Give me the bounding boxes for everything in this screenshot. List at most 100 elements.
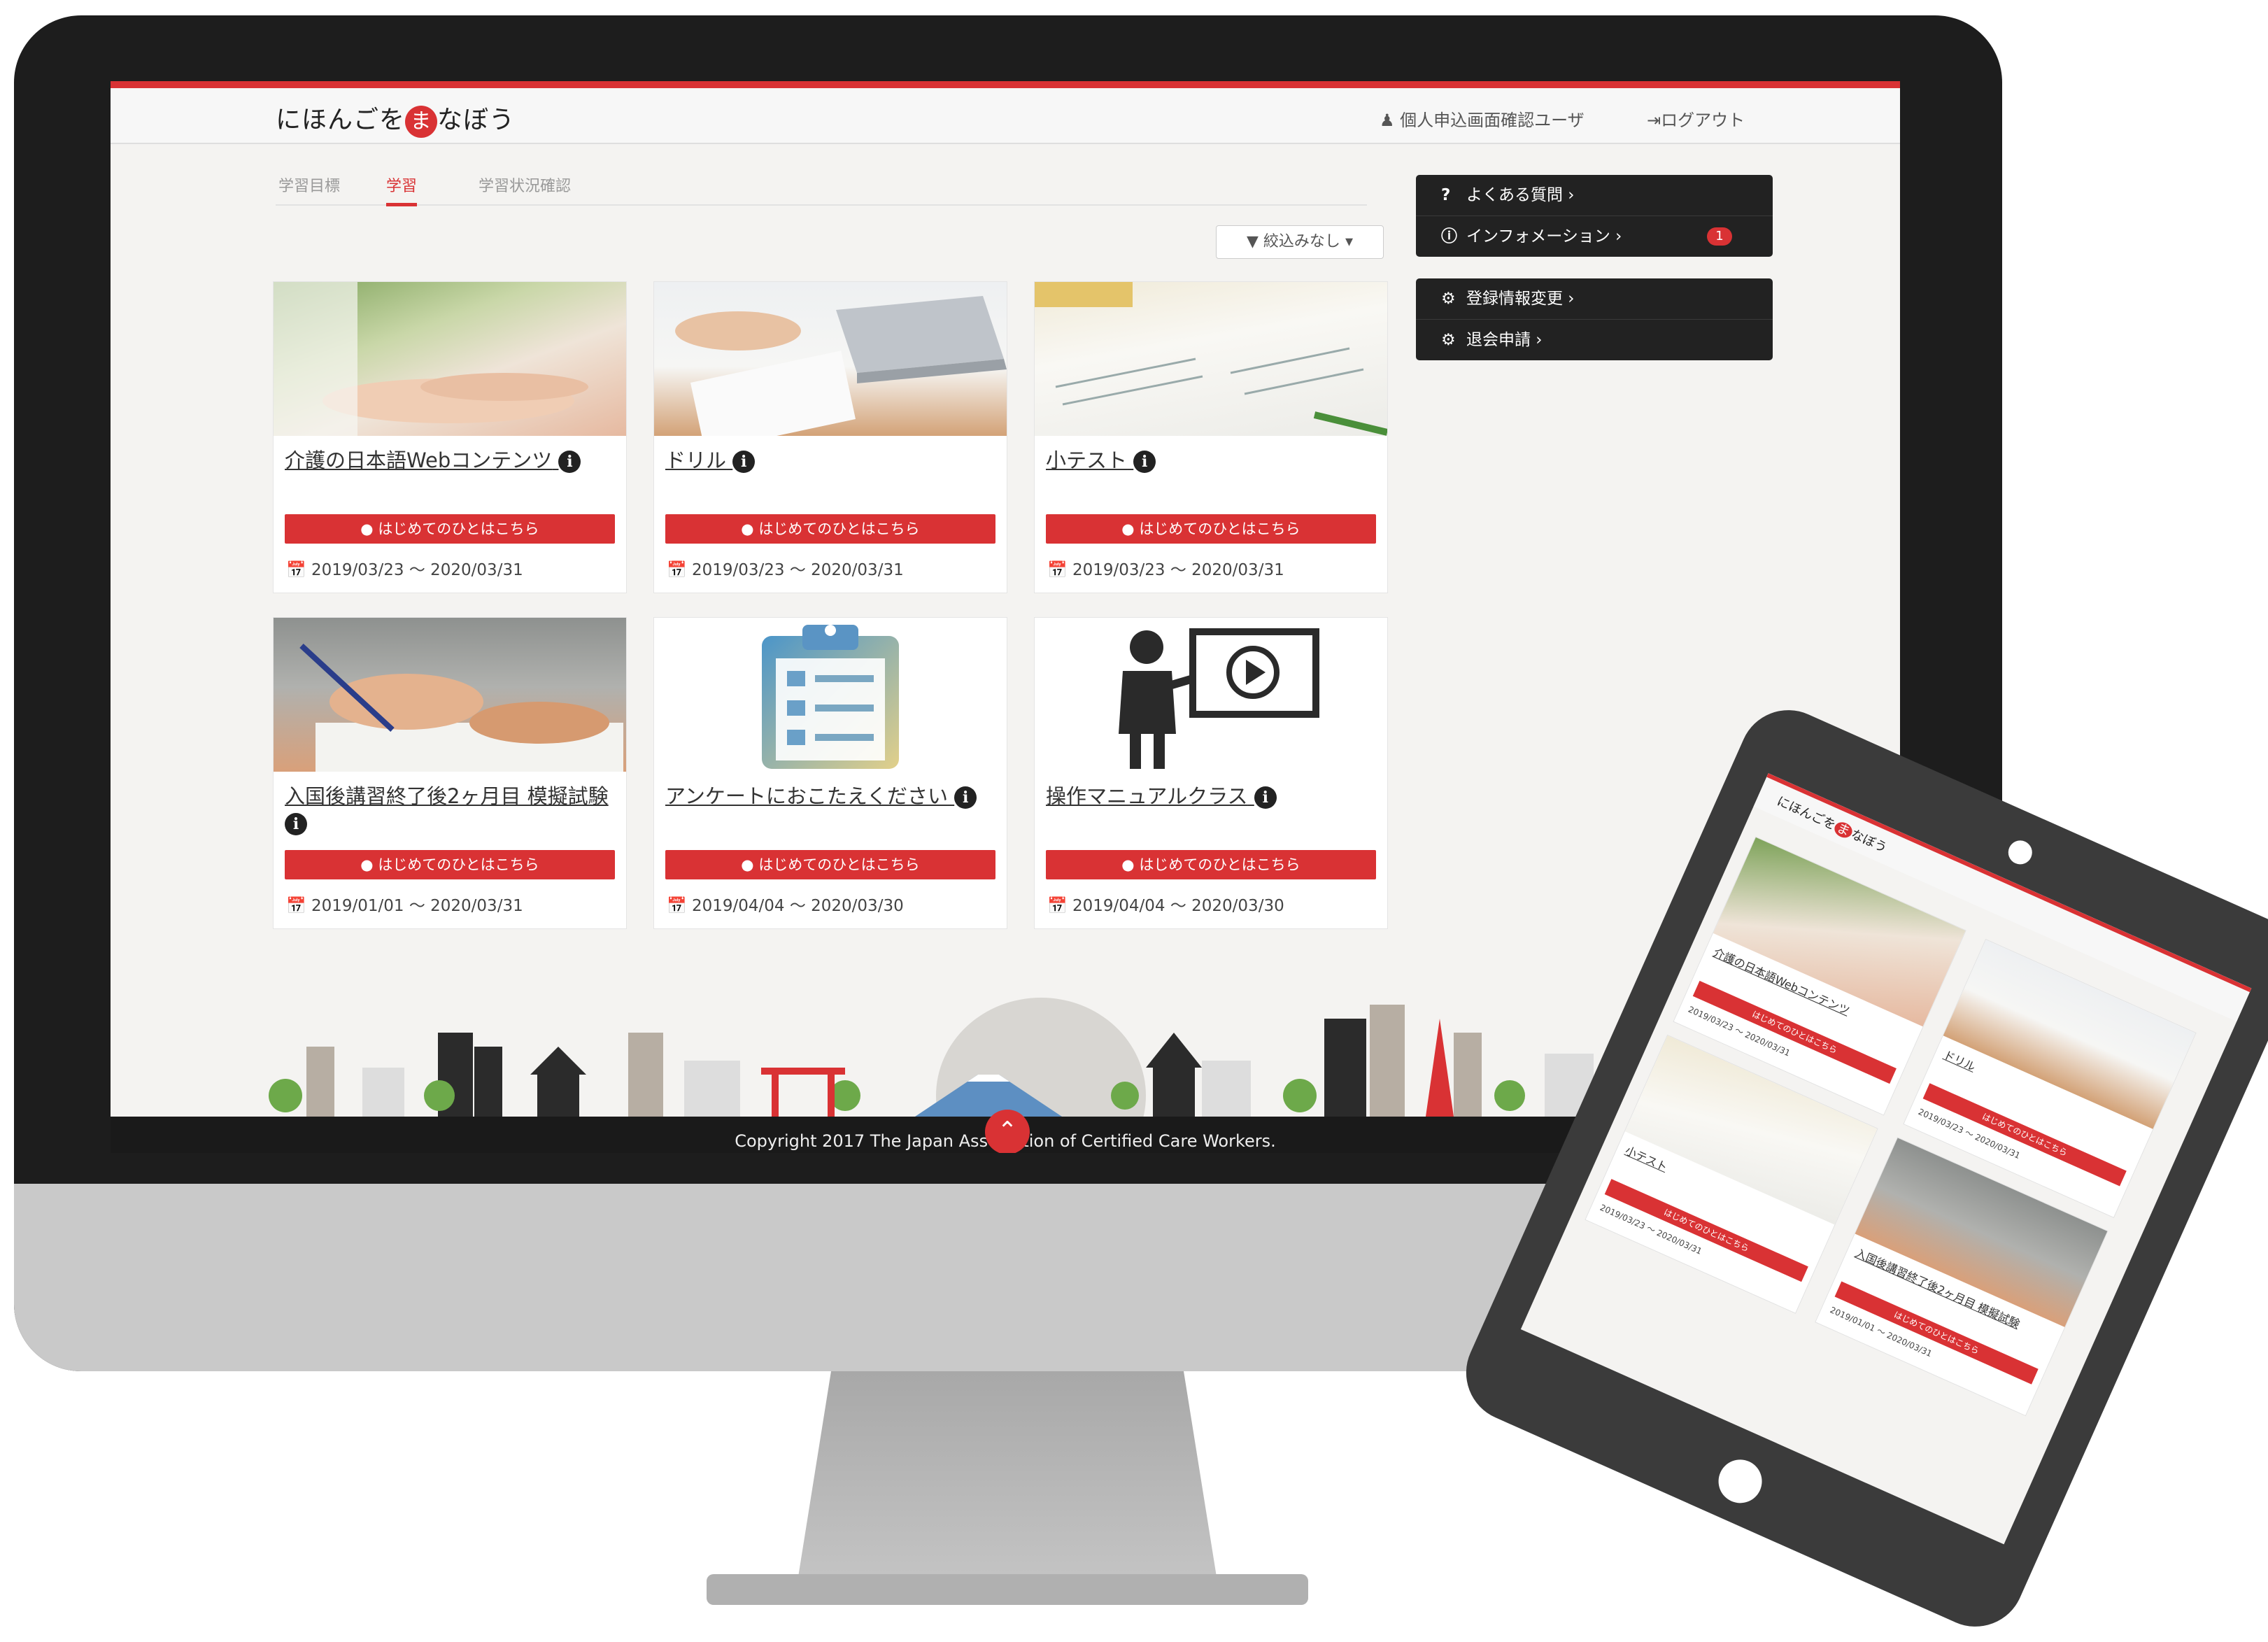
start-button[interactable]: ● はじめてのひとはこちら (1046, 850, 1376, 879)
menu-item-withdraw[interactable]: ⚙ 退会申請 › (1416, 320, 1773, 360)
start-button[interactable]: ● はじめてのひとはこちら (285, 850, 615, 879)
user-icon: ♟ (1380, 111, 1395, 130)
filter-icon: ▼ (1247, 233, 1259, 250)
period-value: 2019/04/04 ～ 2020/03/30 (1072, 897, 1284, 915)
tab-study[interactable]: 学習 (386, 174, 418, 206)
info-circle-icon: ⓘ (1441, 227, 1457, 246)
tablet-site-logo[interactable]: にほんごをまなぼう (1774, 791, 1890, 856)
tablet-logo-pre: にほんごを (1774, 793, 1838, 833)
filter-label: 絞込みなし (1263, 233, 1340, 250)
info-icon[interactable]: i (1254, 786, 1277, 809)
tablet-card-title[interactable]: ドリル (1941, 1045, 1979, 1074)
laptop-photo[interactable] (654, 282, 1007, 436)
writing-photo[interactable] (274, 618, 626, 772)
tablet-home-button[interactable] (1711, 1452, 1769, 1510)
card-title-text: 入国後講習終了後2ヶ月目 模擬試験 (285, 784, 609, 808)
start-button[interactable]: ● はじめてのひとはこちら (1046, 514, 1376, 544)
start-button-label: はじめてのひとはこちら (758, 856, 920, 873)
clipboard-icon[interactable] (654, 618, 1007, 772)
start-button[interactable]: ● はじめてのひとはこちら (665, 850, 995, 879)
period-text: 📅 2019/01/01 ～ 2020/03/31 (286, 892, 523, 916)
card-title[interactable]: 小テスト i (1046, 447, 1375, 474)
calendar-icon: 📅 (1047, 561, 1068, 579)
user-account-link[interactable]: ♟ 個人申込画面確認ユーザ (1380, 106, 1585, 131)
monitor-stand-neck (798, 1371, 1217, 1581)
start-button[interactable]: ● はじめてのひとはこちら (285, 514, 615, 544)
start-button-label: はじめてのひとはこちら (1139, 856, 1300, 873)
circle-icon: ● (360, 856, 374, 873)
start-button-label: はじめてのひとはこちら (1139, 521, 1300, 537)
card-title[interactable]: 入国後講習終了後2ヶ月目 模擬試験 i (285, 783, 614, 836)
card-title-text: アンケートにおこたえください (665, 784, 948, 808)
card-title-text: 操作マニュアルクラス (1046, 784, 1248, 808)
hands-photo[interactable] (274, 282, 626, 436)
card-title[interactable]: 操作マニュアルクラス i (1046, 783, 1375, 809)
info-icon[interactable]: i (558, 451, 581, 473)
gear-icon: ⚙ (1441, 290, 1456, 308)
tab-bar: 学習目標 学習 学習状況確認 (276, 171, 1367, 206)
caret-down-icon: ▾ (1345, 233, 1353, 250)
course-card[interactable]: アンケートにおこたえください i ● はじめてのひとはこちら 📅 2019/04… (653, 617, 1007, 929)
info-icon[interactable]: i (1133, 451, 1156, 473)
menu-item-profile[interactable]: ⚙ 登録情報変更 › (1416, 278, 1773, 320)
start-button-label: はじめてのひとはこちら (758, 521, 920, 537)
circle-icon: ● (360, 521, 374, 537)
card-title-text: 小テスト (1046, 448, 1128, 472)
logout-link[interactable]: ⇥ログアウト (1647, 106, 1745, 131)
question-icon: ? (1441, 186, 1451, 204)
presenter-icon[interactable] (1035, 618, 1387, 772)
calendar-icon: 📅 (1047, 897, 1068, 915)
tab-progress[interactable]: 学習状況確認 (479, 174, 571, 203)
card-title-text: 介護の日本語Webコンテンツ (285, 448, 553, 472)
notification-badge: 1 (1707, 227, 1732, 246)
course-card[interactable]: ドリル i ● はじめてのひとはこちら 📅 2019/03/23 ～ 2020/… (653, 281, 1007, 593)
period-value: 2019/03/23 ～ 2020/03/31 (1072, 561, 1284, 579)
menu-info-label: インフォメーション (1466, 227, 1610, 246)
account-menu: ⚙ 登録情報変更 › ⚙ 退会申請 › (1416, 278, 1773, 360)
course-card[interactable]: 介護の日本語Webコンテンツ i ● はじめてのひとはこちら 📅 2019/03… (273, 281, 627, 593)
logout-label: ログアウト (1661, 111, 1745, 130)
filter-dropdown[interactable]: ▼ 絞込みなし ▾ (1216, 225, 1384, 259)
sign-out-icon: ⇥ (1647, 111, 1661, 130)
circle-icon: ● (741, 856, 754, 873)
card-title[interactable]: 介護の日本語Webコンテンツ i (285, 447, 614, 474)
logo-text-pre: にほんごを (276, 106, 406, 134)
user-name: 個人申込画面確認ユーザ (1400, 111, 1585, 130)
circle-icon: ● (1121, 856, 1135, 873)
papers-photo[interactable] (1035, 282, 1387, 436)
course-card[interactable]: 小テスト i ● はじめてのひとはこちら 📅 2019/03/23 ～ 2020… (1034, 281, 1388, 593)
card-title[interactable]: アンケートにおこたえください i (665, 783, 994, 809)
info-icon[interactable]: i (954, 786, 977, 809)
calendar-icon: 📅 (667, 561, 687, 579)
period-value: 2019/03/23 ～ 2020/03/31 (311, 561, 523, 579)
chevron-up-icon: ⌃ (997, 1117, 1018, 1145)
course-card[interactable]: 操作マニュアルクラス i ● はじめてのひとはこちら 📅 2019/04/04 … (1034, 617, 1388, 929)
period-text: 📅 2019/03/23 ～ 2020/03/31 (667, 556, 904, 580)
menu-profile-label: 登録情報変更 (1466, 290, 1563, 308)
circle-icon: ● (741, 521, 754, 537)
course-card[interactable]: 入国後講習終了後2ヶ月目 模擬試験 i ● はじめてのひとはこちら 📅 2019… (273, 617, 627, 929)
info-icon[interactable]: i (285, 813, 307, 835)
gear-icon: ⚙ (1441, 331, 1456, 349)
period-text: 📅 2019/04/04 ～ 2020/03/30 (1047, 892, 1284, 916)
site-logo[interactable]: にほんごをまなぼう (276, 99, 515, 138)
help-menu: ? よくある質問 › ⓘ インフォメーション › 1 (1416, 175, 1773, 257)
header-bar: にほんごをまなぼう ♟ 個人申込画面確認ユーザ ⇥ログアウト (111, 81, 1900, 144)
tablet-camera (2004, 836, 2036, 868)
start-button-label: はじめてのひとはこちら (378, 521, 539, 537)
scroll-to-top-button[interactable]: ⌃ (985, 1110, 1030, 1153)
tab-goals[interactable]: 学習目標 (278, 174, 340, 203)
menu-withdraw-label: 退会申請 (1466, 331, 1531, 349)
logo-mark: ま (405, 106, 438, 138)
circle-icon: ● (1121, 521, 1135, 537)
start-button[interactable]: ● はじめてのひとはこちら (665, 514, 995, 544)
menu-faq-label: よくある質問 (1466, 186, 1563, 204)
card-title[interactable]: ドリル i (665, 447, 994, 474)
menu-item-information[interactable]: ⓘ インフォメーション › 1 (1416, 216, 1773, 257)
calendar-icon: 📅 (286, 897, 306, 915)
monitor-stand-base (707, 1574, 1308, 1605)
card-title-text: ドリル (665, 448, 727, 472)
info-icon[interactable]: i (732, 451, 756, 473)
tablet-logo-post: なぼう (1848, 826, 1890, 856)
menu-item-faq[interactable]: ? よくある質問 › (1416, 175, 1773, 216)
